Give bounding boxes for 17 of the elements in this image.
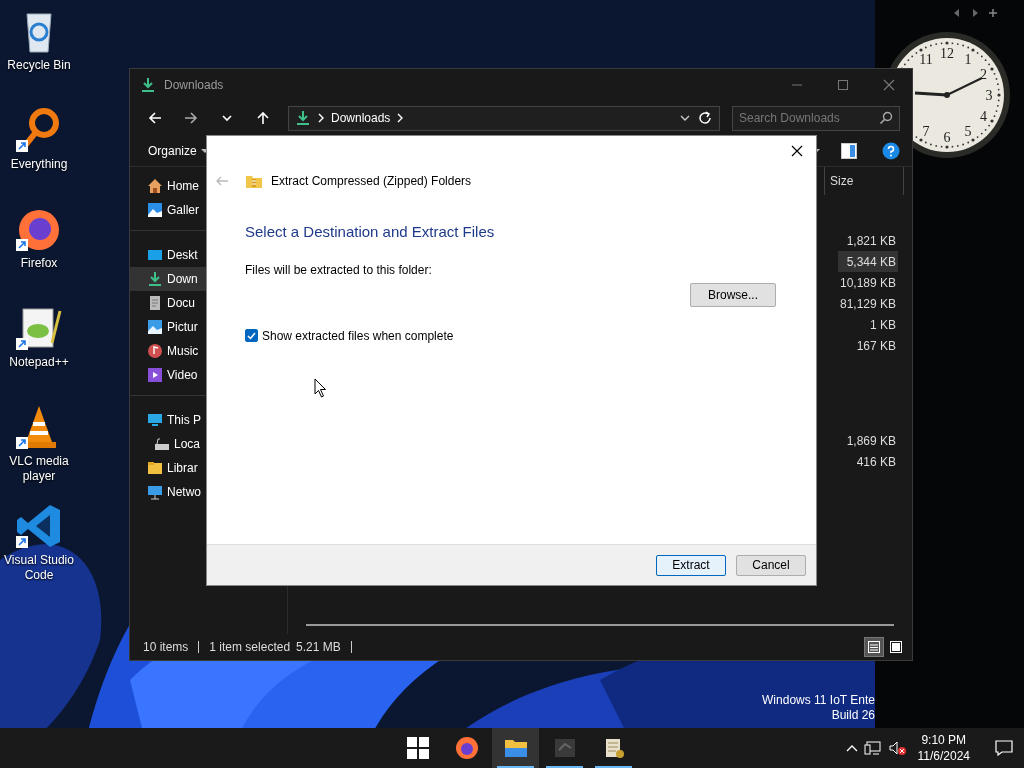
clock-numeral: 12: [940, 46, 954, 61]
status-text: 1 item selected: [209, 639, 291, 656]
clock-numeral: 7: [922, 124, 930, 140]
clock-numeral: 3: [985, 88, 993, 103]
clock-numeral: 6: [943, 130, 951, 145]
field-label: Files will be extracted to this folder:: [245, 261, 433, 279]
status-text: 5.21 MB: [296, 639, 341, 656]
clock-numeral: 5: [964, 124, 972, 140]
clock-numeral: 11: [919, 51, 933, 67]
version-text: Build 26: [831, 708, 875, 723]
status-text: 10 items: [143, 639, 189, 656]
dialog-heading: Select a Destination and Extract Files: [245, 222, 496, 242]
clock-numeral: 1: [964, 51, 972, 67]
clock-numeral: 4: [979, 109, 987, 124]
version-text: Windows 11 IoT Ente: [762, 693, 875, 708]
dialog-title: Extract Compressed (Zipped) Folders: [271, 173, 472, 190]
window-title: Downloads: [164, 77, 224, 94]
